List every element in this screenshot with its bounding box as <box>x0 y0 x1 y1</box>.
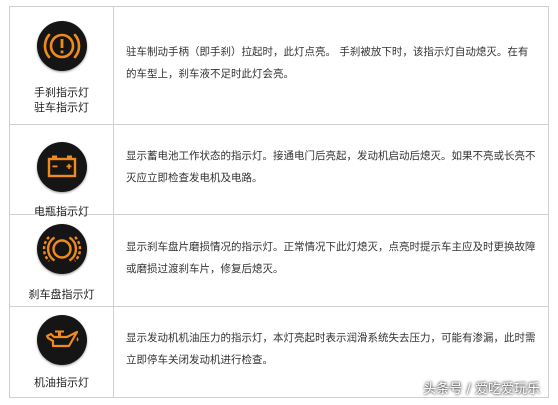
icon-cell: 机油指示灯 <box>10 307 114 397</box>
icon-cell: 手刹指示灯 驻车指示灯 <box>10 7 114 124</box>
table-row: 电瓶指示灯 显示蓄电池工作状态的指示灯。接通电门后亮起，发动机启动后熄灭。如果不… <box>9 125 549 218</box>
indicator-description: 驻车制动手柄（即手刹）拉起时，此灯点亮。 手刹被放下时，该指示灯自动熄灭。在有的… <box>126 45 529 80</box>
parking-brake-warning-icon <box>36 21 87 71</box>
icon-cell: 刹车盘指示灯 <box>10 215 114 306</box>
indicator-light-table: 手刹指示灯 驻车指示灯 驻车制动手柄（即手刹）拉起时，此灯点亮。 手刹被放下时，… <box>9 6 549 398</box>
indicator-description: 显示刹车盘片磨损情况的指示灯。正常情况下此灯熄灭，点亮时提示车主应及时更换故障或… <box>126 240 536 275</box>
indicator-name: 刹车盘指示灯 <box>28 288 95 301</box>
indicator-description: 显示蓄电池工作状态的指示灯。接通电门后亮起，发动机启动后熄灭。如果不亮或长亮不灭… <box>126 149 536 184</box>
indicator-name: 手刹指示灯 <box>34 86 89 99</box>
table-row: 刹车盘指示灯 显示刹车盘片磨损情况的指示灯。正常情况下此灯熄灭，点亮时提示车主应… <box>9 215 549 307</box>
watermark: 头条号 / 爱吃爱玩乐 <box>423 382 540 397</box>
table-row: 手刹指示灯 驻车指示灯 驻车制动手柄（即手刹）拉起时，此灯点亮。 手刹被放下时，… <box>9 7 549 125</box>
battery-warning-icon <box>36 142 87 192</box>
brake-pad-wear-icon <box>36 224 87 274</box>
indicator-name-alt: 驻车指示灯 <box>34 101 89 114</box>
oil-pressure-icon <box>36 315 87 365</box>
icon-cell: 电瓶指示灯 <box>10 125 114 218</box>
indicator-name: 机油指示灯 <box>34 376 89 389</box>
